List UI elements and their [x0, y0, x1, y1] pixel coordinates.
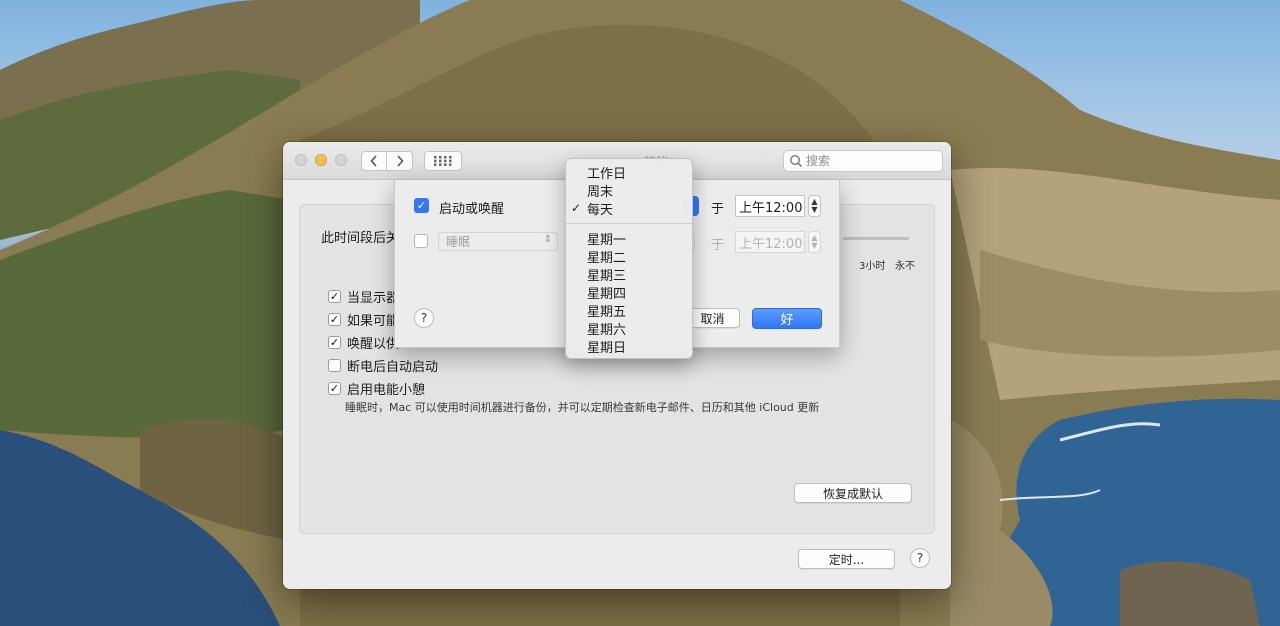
menu-item-label: 工作日: [587, 166, 627, 182]
menu-item-saturday[interactable]: 星期六: [566, 319, 692, 338]
chevron-right-icon: [396, 155, 404, 167]
menu-item-thursday[interactable]: 星期四: [566, 283, 692, 302]
menu-item-label: 星期一: [587, 232, 627, 248]
sleep-slider[interactable]: [843, 237, 909, 240]
day-dropdown-menu: 工作日 周末 ✓ 每天 星期一 星期二 星期三 星期四 星期五 星期六 星期日: [565, 158, 693, 359]
show-all-button[interactable]: [424, 151, 462, 171]
search-input[interactable]: [806, 151, 936, 171]
back-button[interactable]: [361, 151, 387, 171]
option-label: 唤醒以供: [347, 336, 400, 352]
chevron-left-icon: [370, 155, 377, 167]
checkmark-icon: ✓: [416, 199, 427, 212]
menu-item-label: 星期四: [587, 286, 627, 302]
sleep-action-value: 睡眠: [446, 235, 471, 249]
checkbox-display-sleep[interactable]: ✓: [328, 289, 341, 303]
menu-item-wednesday[interactable]: 星期三: [566, 265, 692, 284]
sheet-help-button[interactable]: ?: [414, 308, 434, 328]
help-button[interactable]: ?: [910, 548, 930, 568]
menu-item-label: 星期三: [587, 268, 627, 284]
menu-item-label: 每天: [587, 202, 614, 218]
option-row-auto-restart[interactable]: 断电后自动启动: [328, 356, 439, 375]
sleep-time-field[interactable]: 上午12:00: [735, 231, 805, 253]
menu-item-label: 星期五: [587, 304, 627, 320]
checkbox-power-nap[interactable]: ✓: [328, 381, 341, 395]
startup-wake-label: 启动或唤醒: [439, 202, 505, 217]
startup-time-stepper[interactable]: ▲ ▼: [808, 195, 821, 217]
option-label: 断电后自动启动: [347, 359, 439, 375]
checkbox-wake-network[interactable]: ✓: [328, 335, 341, 349]
cancel-button[interactable]: 取消: [685, 308, 740, 328]
menu-item-label: 周末: [587, 184, 614, 200]
forward-button[interactable]: [387, 151, 413, 171]
menu-item-label: 星期六: [587, 322, 627, 338]
menu-check-2: ✓: [571, 201, 582, 215]
grid-icon: [434, 156, 452, 166]
menu-item-label: 星期二: [587, 250, 627, 266]
sleep-schedule-checkbox[interactable]: [414, 234, 428, 248]
menu-item-every-day[interactable]: ✓ 每天: [566, 199, 692, 218]
option-label: 当显示器: [347, 290, 400, 306]
option-label: 启用电能小憩: [347, 382, 426, 398]
option-row-power-nap[interactable]: ✓ 启用电能小憩: [328, 379, 426, 398]
option-row-disk-sleep[interactable]: ✓ 如果可能: [328, 310, 400, 329]
menu-separator: [566, 223, 692, 224]
option-label: 如果可能: [347, 313, 400, 329]
sleep-action-popup[interactable]: 睡眠 ⇕: [438, 232, 558, 251]
checkbox-auto-restart[interactable]: [328, 358, 341, 372]
zoom-window-button[interactable]: [335, 154, 347, 166]
menu-item-monday[interactable]: 星期一: [566, 229, 692, 248]
restore-defaults-button[interactable]: 恢复成默认: [794, 483, 912, 503]
startup-wake-checkbox[interactable]: ✓: [414, 198, 429, 213]
popup-arrows-icon: ⇕: [543, 234, 552, 245]
desktop: 节能 此时间段后关 3小时 永不 ✓ 当显示器 ✓ 如果可能 ✓ 唤醒以供: [0, 0, 1280, 626]
slider-tick-never: 永不: [895, 261, 915, 272]
menu-item-sunday[interactable]: 星期日: [566, 337, 692, 356]
sleep-time-stepper[interactable]: ▲ ▼: [808, 231, 821, 253]
menu-item-label: 星期日: [587, 340, 627, 356]
menu-item-weekends[interactable]: 周末: [566, 181, 692, 200]
at-label-disabled: 于: [711, 238, 725, 253]
schedule-button[interactable]: 定时...: [798, 549, 895, 569]
close-window-button[interactable]: [295, 154, 307, 166]
stepper-down-icon: ▼: [811, 241, 818, 250]
slider-tick-3-hours: 3小时: [859, 261, 886, 272]
minimize-window-button[interactable]: [315, 154, 327, 166]
startup-time-field[interactable]: 上午12:00: [735, 195, 805, 217]
ok-button[interactable]: 好: [752, 308, 822, 329]
option-row-display-sleep[interactable]: ✓ 当显示器: [328, 287, 400, 306]
search-field[interactable]: [783, 150, 943, 172]
at-label: 于: [711, 202, 725, 217]
search-icon: [789, 154, 803, 168]
sleep-slider-label: 此时间段后关: [321, 231, 400, 246]
stepper-down-icon: ▼: [811, 205, 818, 214]
checkbox-disk-sleep[interactable]: ✓: [328, 312, 341, 326]
menu-item-tuesday[interactable]: 星期二: [566, 247, 692, 266]
power-nap-description: 睡眠时，Mac 可以使用时间机器进行备份，并可以定期检查新电子邮件、日历和其他 …: [345, 401, 820, 414]
menu-item-weekdays[interactable]: 工作日: [566, 163, 692, 182]
menu-item-friday[interactable]: 星期五: [566, 301, 692, 320]
option-row-wake-network[interactable]: ✓ 唤醒以供: [328, 333, 400, 352]
